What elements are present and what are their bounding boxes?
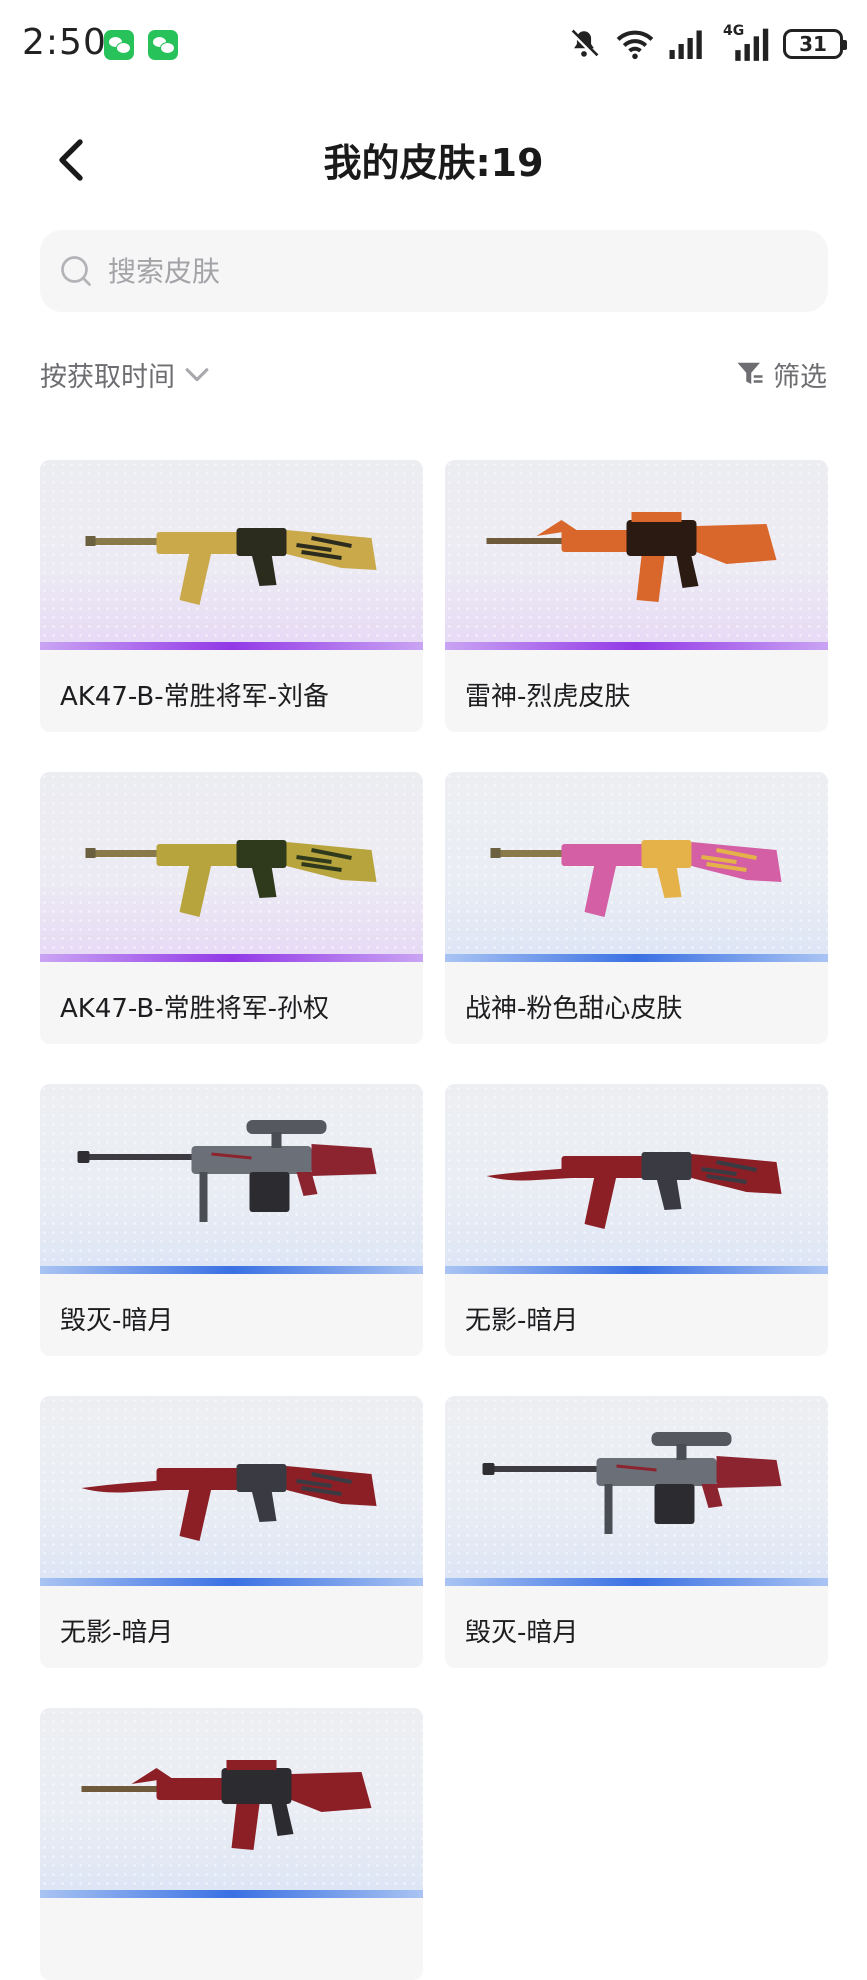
skin-name: AK47-B-常胜将军-刘备 — [60, 682, 329, 712]
skin-image — [445, 460, 828, 650]
ak-green-gold-icon — [85, 840, 377, 917]
skin-image — [40, 1708, 423, 1898]
skin-name: 战神-粉色甜心皮肤 — [465, 994, 683, 1024]
skin-card[interactable]: AK47-B-常胜将军-刘备 — [40, 460, 423, 732]
skin-card[interactable]: 战神-粉色甜心皮肤 — [445, 772, 828, 1044]
skin-image — [445, 1396, 828, 1586]
skin-card[interactable]: 雷神-烈虎皮肤 — [445, 460, 828, 732]
rarity-bar — [445, 954, 828, 962]
bell-off-icon — [569, 29, 599, 59]
skin-card[interactable]: 毁灭-暗月 — [445, 1396, 828, 1668]
wechat-notification-icon — [148, 30, 178, 60]
skin-name: 无影-暗月 — [60, 1618, 174, 1648]
ak-pink-icon — [490, 840, 782, 917]
status-time: 2:50 — [22, 22, 107, 63]
skin-image — [445, 772, 828, 962]
sniper-dark-icon — [77, 1120, 377, 1222]
status-icons: 4G 31 — [567, 23, 847, 64]
rarity-bar — [40, 954, 423, 962]
chevron-down-icon — [185, 368, 209, 382]
skin-name: 毁灭-暗月 — [465, 1618, 579, 1648]
search-icon — [61, 256, 91, 286]
skin-card[interactable]: 无影-暗月 — [445, 1084, 828, 1356]
signal-icon — [669, 30, 702, 59]
rarity-bar — [445, 642, 828, 650]
page-title: 我的皮肤:19 — [323, 141, 544, 185]
skin-name: AK47-B-常胜将军-孙权 — [60, 994, 329, 1024]
skin-image — [40, 1084, 423, 1274]
status-bar: 2:50 4G 31 — [0, 0, 867, 92]
skin-image — [40, 772, 423, 962]
rarity-bar — [445, 1578, 828, 1586]
skin-image — [40, 460, 423, 650]
wifi-icon — [616, 30, 654, 60]
battery-level: 31 — [799, 32, 827, 56]
sniper-dark-icon — [482, 1432, 782, 1534]
filter-button[interactable]: 筛选 — [735, 354, 827, 394]
ak-blade-dark-icon — [81, 1464, 377, 1541]
battery-indicator: 31 — [783, 29, 847, 59]
skin-card[interactable]: AK47-B-常胜将军-孙权 — [40, 772, 423, 1044]
search-bar[interactable] — [40, 230, 828, 312]
ak-blade-dark-icon — [486, 1152, 782, 1229]
m4-dark-red-icon — [81, 1760, 372, 1850]
ak-gold-icon — [85, 528, 377, 605]
skin-image — [40, 1396, 423, 1586]
skin-name: 雷神-烈虎皮肤 — [465, 682, 631, 712]
rarity-bar — [40, 1890, 423, 1898]
search-input[interactable] — [106, 253, 810, 289]
sort-dropdown[interactable]: 按获取时间 — [40, 354, 211, 394]
m4-orange-icon — [486, 512, 777, 602]
rarity-bar — [445, 1266, 828, 1274]
skin-name: 无影-暗月 — [465, 1306, 579, 1336]
skin-card[interactable]: 毁灭-暗月 — [40, 1084, 423, 1356]
skin-name: 毁灭-暗月 — [60, 1306, 174, 1336]
rarity-bar — [40, 642, 423, 650]
rarity-bar — [40, 1578, 423, 1586]
sort-label: 按获取时间 — [40, 361, 175, 393]
wechat-notification-icon — [104, 30, 134, 60]
rarity-bar — [40, 1266, 423, 1274]
skin-image — [445, 1084, 828, 1274]
signal-4g-icon: 4G — [723, 23, 769, 61]
skin-card[interactable] — [40, 1708, 423, 1980]
filter-icon — [737, 362, 763, 384]
skin-grid: AK47-B-常胜将军-刘备 雷神-烈虎皮肤 AK47-B-常胜将军-孙权 战神-粉色… — [40, 460, 828, 1980]
filter-label: 筛选 — [773, 361, 827, 393]
skin-card[interactable]: 无影-暗月 — [40, 1396, 423, 1668]
